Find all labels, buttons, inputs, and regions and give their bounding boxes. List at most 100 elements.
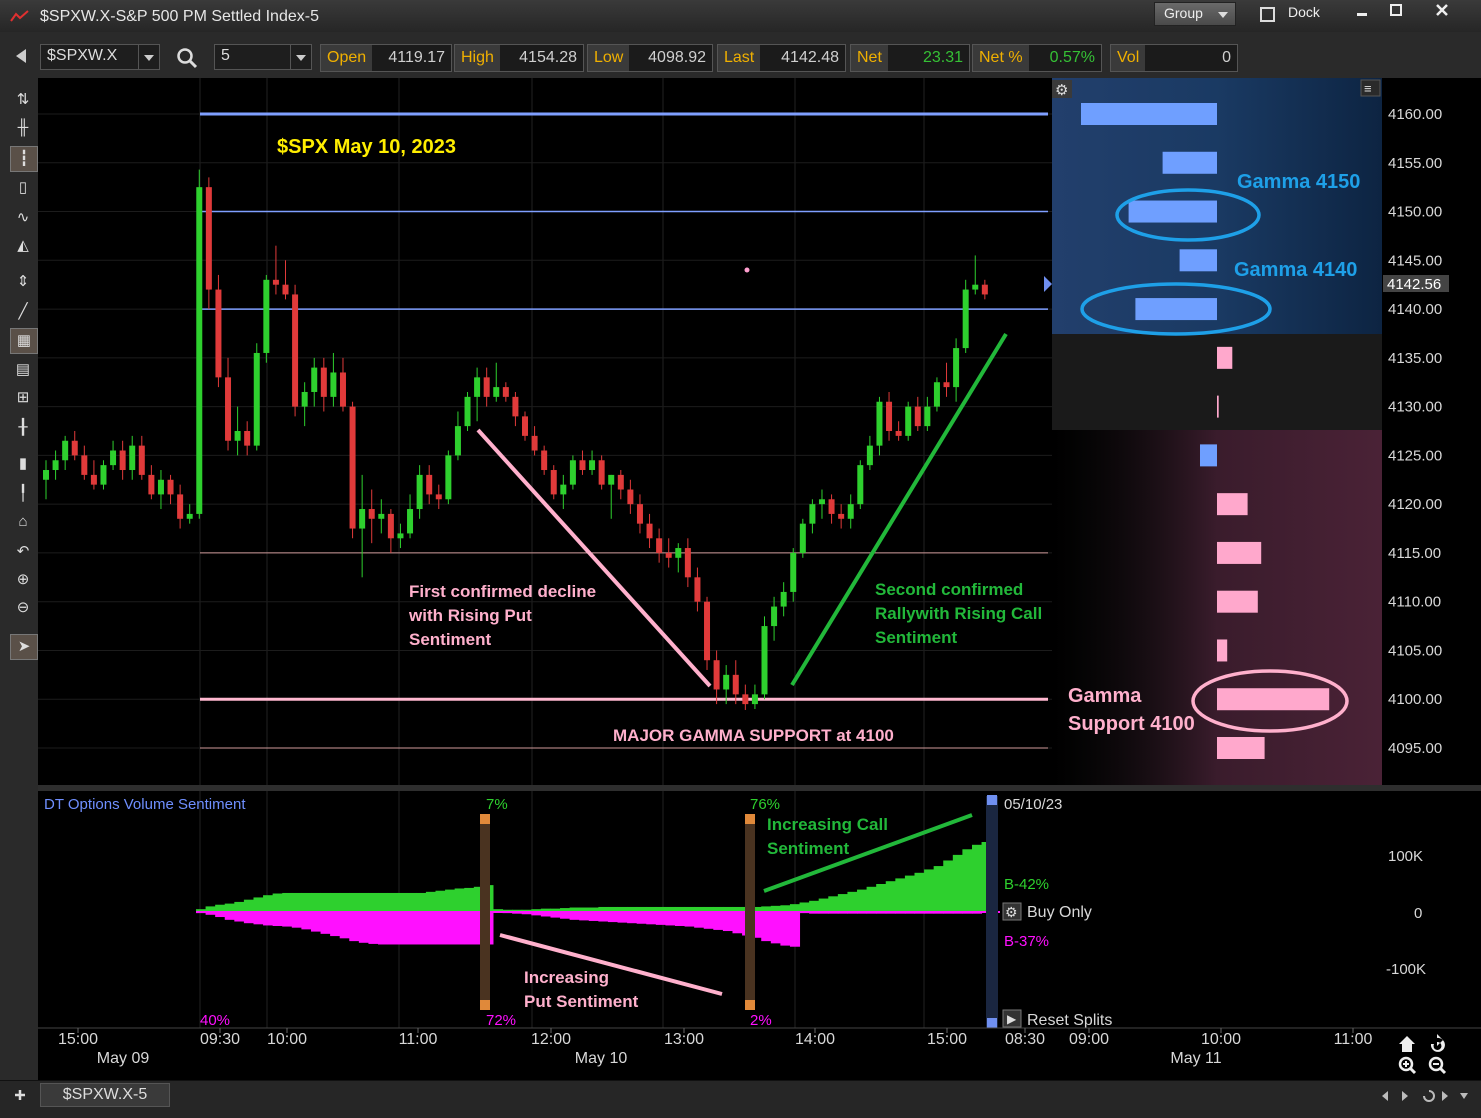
call-sentiment-bar xyxy=(885,881,896,912)
zoom-out-icon[interactable]: ⊖ xyxy=(10,596,36,620)
home-icon[interactable] xyxy=(1399,1036,1415,1052)
call-sentiment-bar xyxy=(876,884,887,912)
play-icon: ▶ xyxy=(1007,1012,1017,1026)
refresh-icon[interactable] xyxy=(1423,1090,1435,1102)
candle-body xyxy=(483,377,490,397)
group-dropdown[interactable]: Group xyxy=(1154,2,1236,26)
chevron-down-icon xyxy=(138,45,159,69)
candle-body xyxy=(866,445,873,466)
candle-body xyxy=(886,401,893,431)
quote-label: Vol xyxy=(1111,45,1146,71)
close-button[interactable] xyxy=(1428,3,1456,25)
candle-body xyxy=(981,284,988,295)
candle-body xyxy=(378,513,385,519)
search-icon[interactable] xyxy=(176,47,198,69)
candle-body xyxy=(292,294,299,407)
candle-body xyxy=(962,289,969,349)
undo-icon[interactable]: ↶ xyxy=(10,540,36,564)
split-handle xyxy=(480,1000,490,1010)
scroll-right-icon[interactable] xyxy=(1402,1091,1408,1101)
put-sentiment-bar xyxy=(330,912,341,937)
tab-menu-icon[interactable] xyxy=(1460,1093,1468,1099)
indicator-title: DT Options Volume Sentiment xyxy=(44,796,246,813)
quote-value: 4119.17 xyxy=(388,49,445,66)
put-sentiment-bar xyxy=(358,912,369,943)
gamma-put-bar xyxy=(1217,639,1228,662)
table-icon[interactable]: ▤ xyxy=(10,358,36,382)
chart-area[interactable]: $SPX May 10, 2023 First confirmed declin… xyxy=(38,78,1481,1083)
candlestick-chart-icon[interactable]: ┇ xyxy=(10,146,38,172)
candle-body xyxy=(416,474,423,510)
gamma-call-bar xyxy=(1200,444,1217,467)
call-sentiment-bar xyxy=(809,900,820,912)
candle-body xyxy=(167,479,174,495)
trend-line-icon[interactable]: ╱ xyxy=(10,300,36,324)
price-tick-label: 4120.00 xyxy=(1388,496,1442,513)
time-tick-label: 08:30 xyxy=(1005,1031,1045,1048)
grid-icon[interactable]: ▦ xyxy=(10,328,38,354)
collapse-left-icon[interactable] xyxy=(14,48,28,64)
cursor-arrows-icon[interactable]: ⇅ xyxy=(10,88,36,112)
candle-body xyxy=(694,577,701,602)
chart-tab[interactable]: $SPXW.X-5 xyxy=(40,1083,170,1107)
put-sentiment-bar xyxy=(425,912,436,945)
area-chart-icon[interactable]: ◭ xyxy=(10,234,36,258)
layout-icon[interactable]: ⊞ xyxy=(10,386,36,410)
crosshair-icon[interactable]: ╂ xyxy=(10,416,36,440)
call-sentiment-bar xyxy=(368,892,379,912)
candle-body xyxy=(656,538,663,553)
scroll-left-icon[interactable] xyxy=(1382,1091,1388,1101)
add-tab-icon[interactable] xyxy=(14,1089,26,1101)
chart-canvas[interactable]: $SPX May 10, 2023 First confirmed declin… xyxy=(38,78,1481,1083)
put-sentiment-bar xyxy=(416,912,427,945)
decline-annotation: Sentiment xyxy=(409,630,492,649)
candle-body xyxy=(263,279,270,353)
gamma-call-bar xyxy=(1162,151,1217,174)
close-icon xyxy=(1436,4,1448,16)
call-sentiment-bar xyxy=(857,889,868,912)
gamma-call-bar xyxy=(1135,298,1217,321)
bar-chart-type-icon[interactable]: ╫ xyxy=(10,116,36,140)
call-sentiment-bar xyxy=(425,891,436,912)
time-tick-label: 09:30 xyxy=(200,1031,240,1048)
put-sentiment-bar xyxy=(243,912,254,924)
price-tick-label: 4095.00 xyxy=(1388,740,1442,757)
undo-icon[interactable] xyxy=(1430,1034,1445,1052)
home-icon[interactable]: ⌂ xyxy=(10,510,36,534)
gamma-put-bar xyxy=(1217,688,1330,711)
quote-value: 0.57% xyxy=(1049,49,1095,66)
candle-body xyxy=(119,450,126,471)
date-label: 05/10/23 xyxy=(1004,796,1062,813)
quote-open: Open 4119.17 xyxy=(320,44,452,72)
rally-annotation: Second confirmed xyxy=(875,580,1023,599)
time-tick-label: 09:00 xyxy=(1069,1031,1109,1048)
candle-body xyxy=(732,674,739,695)
candle-width-icon[interactable]: ▮ xyxy=(10,452,36,476)
split-handle xyxy=(987,1018,997,1028)
candle-body xyxy=(339,372,346,407)
zoom-in-icon[interactable]: ⊕ xyxy=(10,568,36,592)
pane-separator[interactable] xyxy=(38,785,1481,791)
minimize-button[interactable] xyxy=(1348,3,1376,25)
window-titlebar: $SPXW.X-S&P 500 PM Settled Index-5 Group… xyxy=(0,0,1481,33)
call-sentiment-bar xyxy=(272,893,283,912)
gamma-support-label: Gamma xyxy=(1068,685,1142,707)
scroll-end-icon[interactable] xyxy=(1442,1091,1448,1101)
candle-body xyxy=(933,382,940,407)
gamma-put-bar xyxy=(1217,493,1248,516)
candle-body xyxy=(52,460,59,471)
candle-body xyxy=(148,474,155,495)
line-chart-icon[interactable]: ∿ xyxy=(10,206,36,230)
vertical-line-icon[interactable]: ⇕ xyxy=(10,270,36,294)
dock-button[interactable]: Dock xyxy=(1252,2,1332,24)
call-sentiment-bar xyxy=(895,878,906,912)
hollow-candle-icon[interactable]: ▯ xyxy=(10,176,36,200)
pointer-icon[interactable]: ➤ xyxy=(10,634,38,660)
maximize-button[interactable] xyxy=(1382,3,1410,25)
time-tick-label: 10:00 xyxy=(1201,1031,1241,1048)
thin-bar-icon[interactable]: ╿ xyxy=(10,482,36,506)
interval-select[interactable]: 5 xyxy=(214,44,312,70)
bottom-tab-bar: $SPXW.X-5 xyxy=(0,1080,1481,1118)
symbol-select[interactable]: $SPXW.X xyxy=(40,44,160,70)
call-sentiment-bar xyxy=(291,892,302,912)
